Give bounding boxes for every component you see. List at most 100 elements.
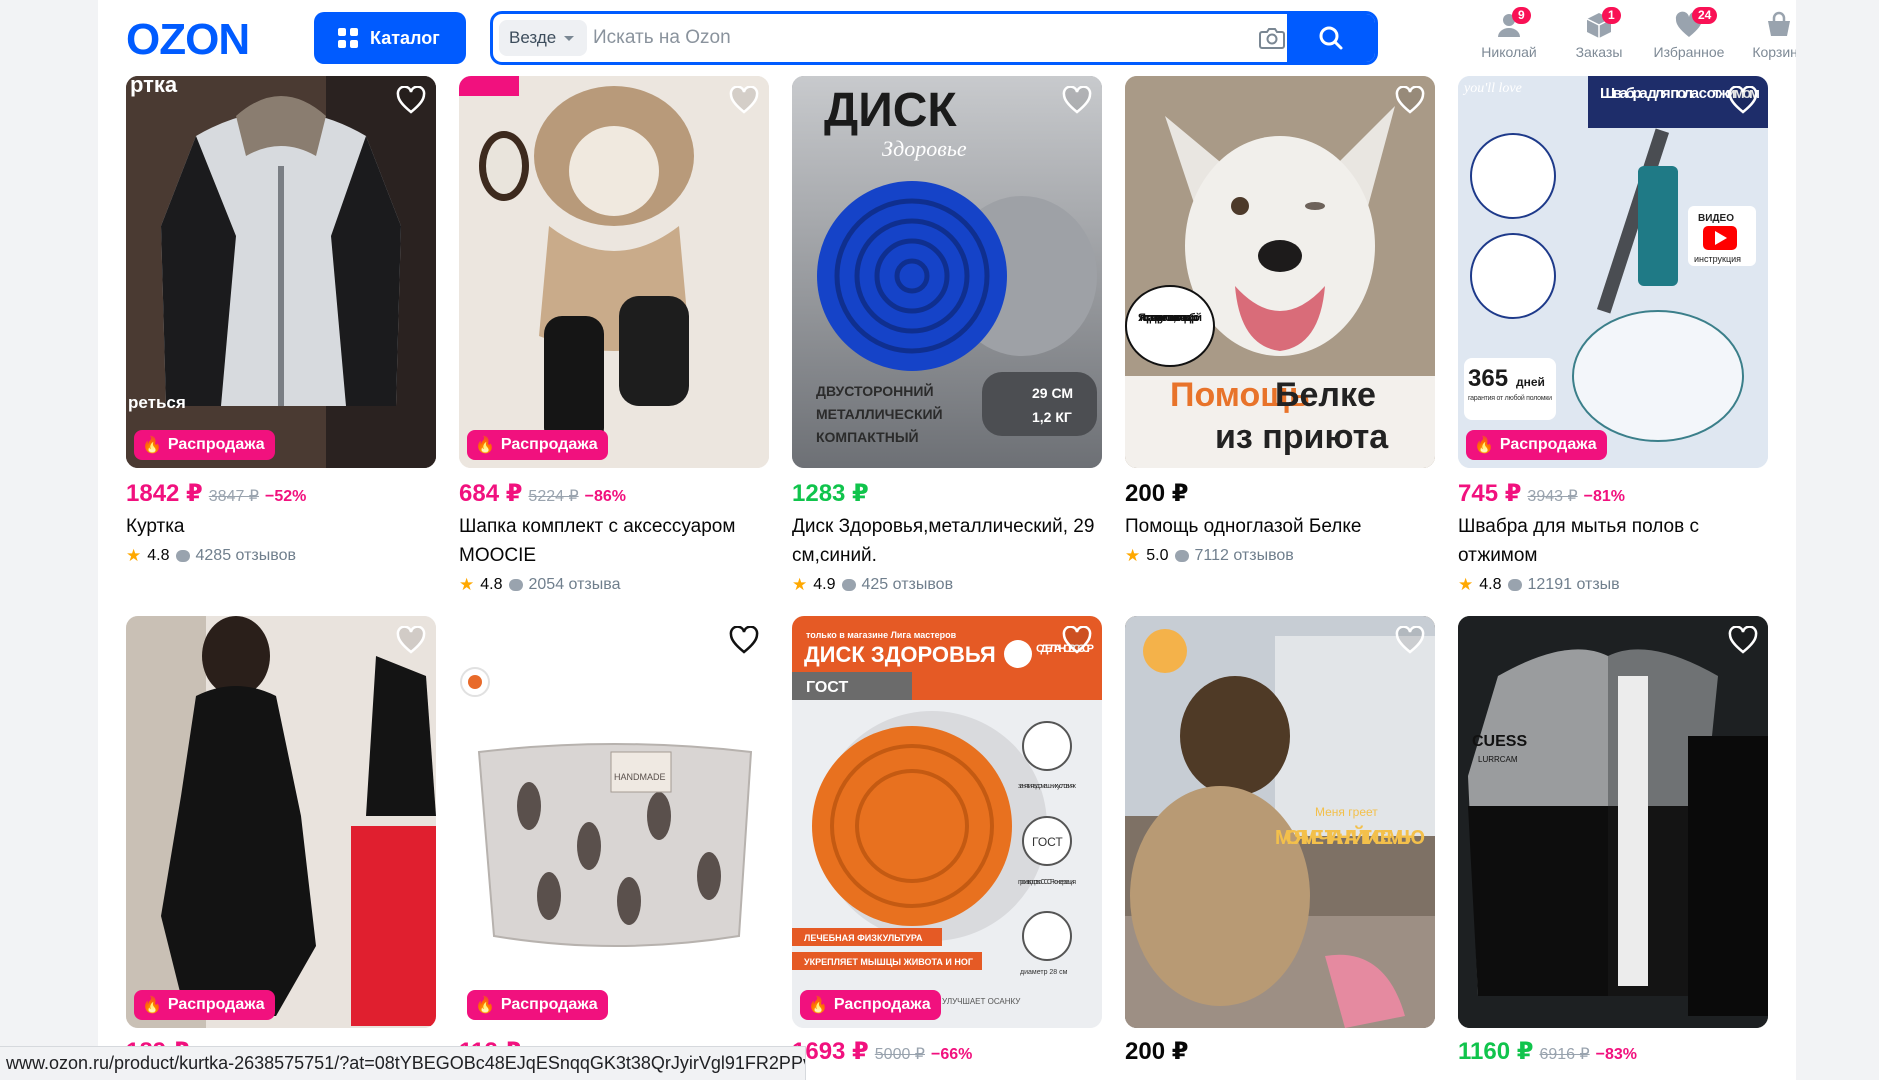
cart-icon: [1768, 11, 1790, 36]
reviews-count: 4285 отзывов: [195, 547, 296, 564]
image-text: LURRCAM: [1478, 755, 1518, 764]
sale-badge: 🔥 Распродажа: [1466, 430, 1607, 460]
product-image[interactable]: ртка реться 🔥 Распродажа: [126, 76, 436, 468]
image-text: инструкция: [1694, 254, 1741, 264]
product-image[interactable]: только в магазине Лига мастеров ДИСК ЗДО…: [792, 616, 1102, 1028]
price: 1283 ₽: [792, 480, 869, 507]
heart-icon[interactable]: [729, 86, 759, 114]
reviews-count: 425 отзывов: [861, 576, 954, 593]
sale-label: Распродажа: [167, 996, 265, 1013]
rating-value: 4.8: [1479, 576, 1502, 593]
favorites-badge: 24: [1692, 7, 1718, 24]
fire-icon: 🔥: [475, 997, 495, 1014]
price-row: 1693 ₽ 5000 ₽ −66%: [792, 1037, 972, 1066]
product-title[interactable]: Шапка комплект с аксессуаром MOOCIE: [459, 512, 769, 570]
header-profile[interactable]: 9 Николай: [1464, 7, 1554, 60]
heart-icon[interactable]: [729, 626, 759, 654]
orders-label: Заказы: [1575, 44, 1623, 60]
sale-label: Распродажа: [167, 436, 265, 453]
sale-badge: 🔥 Распродажа: [467, 430, 608, 460]
orders-badge: 1: [1602, 7, 1621, 24]
product-title[interactable]: Швабра для мытья полов с отжимом: [1458, 512, 1768, 570]
logo-text: OZON: [126, 16, 249, 60]
product-title[interactable]: Куртка: [126, 512, 436, 541]
fire-icon: 🔥: [142, 997, 162, 1014]
fire-icon: 🔥: [1474, 437, 1494, 454]
heart-icon[interactable]: [1395, 86, 1425, 114]
discount: −86%: [584, 488, 627, 505]
image-text: 365: [1468, 365, 1508, 392]
image-text: Белке: [1275, 376, 1376, 414]
sale-badge: 🔥 Распродажа: [134, 430, 275, 460]
product-title[interactable]: Диск Здоровья,металлический, 29 см,синий…: [792, 512, 1102, 570]
heart-icon[interactable]: [396, 626, 426, 654]
image-text: УЛУЧШАЕТ ОСАНКУ: [942, 997, 1021, 1006]
fire-icon: 🔥: [142, 437, 162, 454]
lingerie-image: [126, 616, 436, 1028]
image-text: ДИСК: [824, 84, 957, 137]
product-image[interactable]: Швабра для пола с отжимом you'll love ВИ…: [1458, 76, 1768, 468]
catalog-button[interactable]: Каталог: [314, 12, 466, 64]
header-favorites[interactable]: 24 Избранное: [1644, 7, 1734, 60]
image-text: ЛЕЧЕБНАЯ ФИЗКУЛЬТУРА: [804, 933, 923, 943]
search-button[interactable]: [1287, 14, 1375, 62]
reviews-icon: [1507, 579, 1522, 591]
product-image[interactable]: CUESS LURRCAM: [1458, 616, 1768, 1028]
product-title[interactable]: Помощь одноглазой Белке: [1125, 512, 1435, 541]
product-image[interactable]: Я пострадала от рук человека, но осталас…: [1125, 76, 1435, 468]
chevron-down-icon: [564, 35, 575, 41]
star-icon: ★: [459, 575, 475, 594]
sale-badge: 🔥 Распродажа: [134, 990, 275, 1020]
mop-image: Швабра для пола с отжимом you'll love ВИ…: [1458, 76, 1768, 468]
reviews-count: 12191 отзыв: [1527, 576, 1620, 593]
heart-icon[interactable]: [1062, 86, 1092, 114]
fire-icon: 🔥: [475, 437, 495, 454]
cart-label: Корзина: [1752, 44, 1796, 60]
reviews-icon: [1174, 550, 1189, 562]
heart-icon[interactable]: [1728, 86, 1758, 114]
profile-badge: 9: [1512, 7, 1531, 24]
heart-icon[interactable]: [396, 86, 426, 114]
rating-value: 4.8: [147, 547, 170, 564]
image-text: ГОСТ: [1032, 835, 1063, 849]
search-input[interactable]: [593, 14, 1253, 62]
image-text: HANDMADE: [614, 772, 666, 782]
camera-icon[interactable]: [1259, 26, 1285, 50]
sale-label: Распродажа: [1499, 436, 1597, 453]
header-cart[interactable]: Корзина: [1734, 10, 1796, 60]
jacket-image: ртка реться: [126, 76, 436, 468]
old-price: 3943 ₽: [1527, 488, 1578, 505]
reviews-icon: [175, 550, 190, 562]
old-price: 6916 ₽: [1539, 1046, 1590, 1063]
price: 1160 ₽: [1458, 1038, 1534, 1065]
sale-label: Распродажа: [500, 436, 598, 453]
image-text: занятия в домашних условиях: [1018, 783, 1077, 790]
image-text: 29 СМ: [1032, 385, 1073, 401]
discount: −52%: [264, 488, 307, 505]
heart-icon[interactable]: [1062, 626, 1092, 654]
image-text: гарантия от любой поломки: [1468, 394, 1552, 402]
old-price: 5224 ₽: [528, 488, 579, 505]
price: 745 ₽: [1458, 480, 1522, 507]
discount: −83%: [1595, 1046, 1638, 1063]
product-image[interactable]: 🔥 Распродажа: [126, 616, 436, 1028]
image-text: диаметр 28 см: [1020, 969, 1068, 976]
fire-icon: 🔥: [808, 997, 828, 1014]
price-row: 684 ₽ 5224 ₽ −86%: [459, 479, 626, 508]
old-price: 3847 ₽: [208, 488, 259, 505]
ozon-logo[interactable]: OZON: [126, 16, 284, 60]
image-text: МЕТАЛЛИЧЕСКИЙ: [816, 405, 943, 422]
product-image[interactable]: Меня греет МОЯ МЕЧТА: НАЙТИ СЕМЬЮ: [1125, 616, 1435, 1028]
heart-icon[interactable]: [1728, 626, 1758, 654]
heart-icon[interactable]: [1395, 626, 1425, 654]
product-image[interactable]: 🔥 Распродажа: [459, 76, 769, 468]
product-image[interactable]: ДИСК Здоровье ДВУСТОРОННИЙ МЕТАЛЛИЧЕСКИЙ…: [792, 76, 1102, 468]
product-image[interactable]: HANDMADE 🔥 Распродажа: [459, 616, 769, 1028]
search-icon: [1319, 26, 1343, 50]
header-orders[interactable]: 1 Заказы: [1554, 7, 1644, 60]
price-row: 200 ₽: [1125, 1037, 1188, 1066]
search-scope-select[interactable]: Везде: [499, 20, 587, 56]
dog-shelter-image: Меня греет МОЯ МЕЧТА: НАЙТИ СЕМЬЮ: [1125, 616, 1435, 1028]
image-text: Здоровье: [882, 136, 967, 161]
sale-label: Распродажа: [833, 996, 931, 1013]
